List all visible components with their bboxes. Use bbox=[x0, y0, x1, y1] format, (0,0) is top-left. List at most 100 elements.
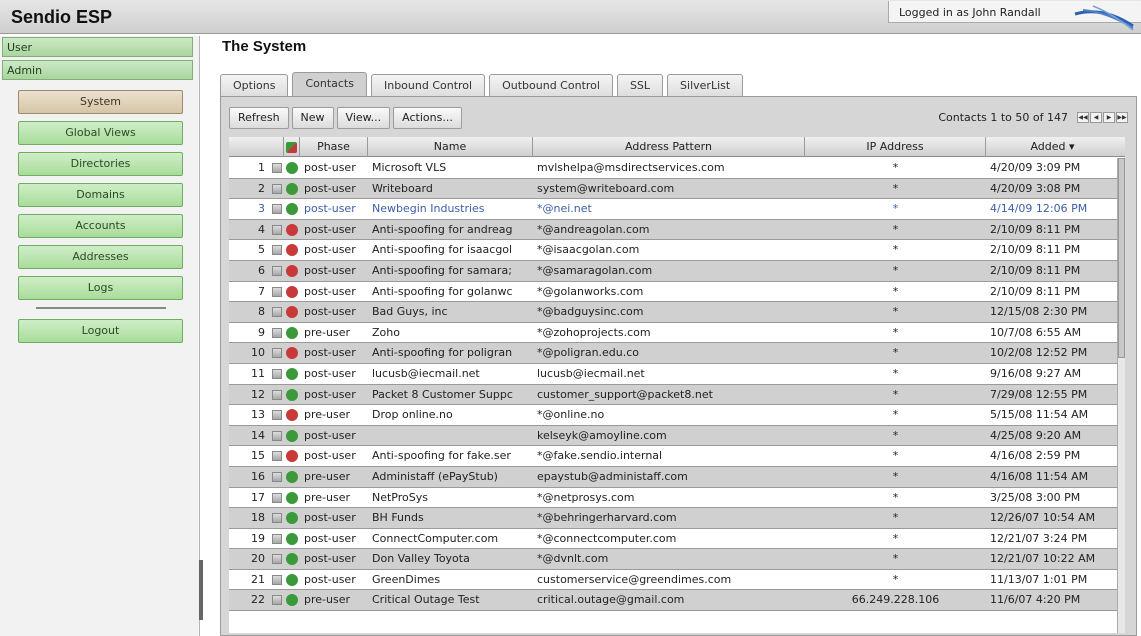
tab-contacts[interactable]: Contacts bbox=[292, 72, 367, 96]
status-green-dot-icon bbox=[286, 532, 298, 545]
table-row[interactable]: 12 post-user Packet 8 Customer Suppc custom… bbox=[229, 384, 1119, 406]
sidebar-item-system[interactable]: System bbox=[18, 90, 183, 114]
scrollbar-thumb[interactable] bbox=[1118, 158, 1125, 358]
table-row[interactable]: 9 pre-user Zoho *@zohoprojects.com * 10/7/08 … bbox=[229, 322, 1119, 344]
tab-options[interactable]: Options bbox=[220, 74, 289, 96]
status-cell bbox=[284, 323, 300, 343]
row-checkbox[interactable] bbox=[271, 163, 282, 173]
table-row[interactable]: 19 post-user ConnectComputer.com *@connectc… bbox=[229, 528, 1119, 550]
status-cell bbox=[284, 343, 300, 363]
row-checkbox[interactable] bbox=[271, 410, 282, 421]
status-cell bbox=[284, 220, 300, 240]
row-number: 9 bbox=[258, 325, 265, 339]
row-added: 4/20/09 3:08 PM bbox=[990, 181, 1081, 195]
sidebar-item-addresses[interactable]: Addresses bbox=[18, 245, 183, 269]
row-address-pattern: *@badguysinc.com bbox=[537, 305, 644, 319]
row-checkbox[interactable] bbox=[271, 471, 282, 482]
status-cell bbox=[284, 179, 300, 199]
table-row[interactable]: 7 post-user Anti-spoofing for golanwc *@gol… bbox=[229, 281, 1119, 303]
actions-button[interactable]: Actions... bbox=[393, 107, 462, 129]
table-row[interactable]: 22 pre-user Critical Outage Test critical.o… bbox=[229, 590, 1119, 612]
table-row[interactable]: 8 post-user Bad Guys, inc *@badguysinc.com *… bbox=[229, 302, 1119, 323]
row-checkbox[interactable] bbox=[271, 389, 282, 400]
sidebar-item-directories[interactable]: Directories bbox=[18, 152, 183, 176]
row-ip-address: * bbox=[892, 531, 899, 545]
prev-page-icon[interactable]: ◀ bbox=[1090, 112, 1102, 123]
row-checkbox[interactable] bbox=[271, 492, 282, 503]
table-row[interactable]: 2 post-user Writeboard system@writeboard.co… bbox=[229, 178, 1119, 200]
row-checkbox[interactable] bbox=[271, 595, 282, 606]
table-row[interactable]: 3 post-user Newbegin Industries *@nei.net * 4… bbox=[229, 199, 1119, 220]
status-cell bbox=[284, 261, 300, 281]
table-row[interactable]: 15 post-user Anti-spoofing for fake.ser *@f… bbox=[229, 446, 1119, 467]
column-header-ip-address[interactable]: IP Address bbox=[805, 137, 986, 157]
row-number: 21 bbox=[251, 572, 265, 586]
table-row[interactable]: 20 post-user Don Valley Toyota *@dvnlt.com *… bbox=[229, 549, 1119, 570]
tab-inbound-control[interactable]: Inbound Control bbox=[370, 74, 486, 96]
row-checkbox[interactable] bbox=[271, 554, 282, 565]
row-address-pattern: *@online.no bbox=[537, 408, 605, 422]
row-checkbox[interactable] bbox=[271, 183, 282, 194]
refresh-button[interactable]: Refresh bbox=[229, 107, 289, 129]
row-phase: post-user bbox=[304, 552, 356, 566]
row-checkbox[interactable] bbox=[271, 574, 282, 585]
sidebar-item-logs[interactable]: Logs bbox=[18, 276, 183, 300]
table-row[interactable]: 11 post-user lucusb@iecmail.net lucusb@iecm… bbox=[229, 363, 1119, 385]
column-header-status[interactable] bbox=[284, 137, 300, 157]
table-row[interactable]: 16 pre-user Administaff (ePayStub) epaystub… bbox=[229, 466, 1119, 488]
sidebar-section-user[interactable]: User bbox=[2, 37, 193, 57]
row-checkbox[interactable] bbox=[271, 224, 282, 235]
table-row[interactable]: 4 post-user Anti-spoofing for andreag *@and… bbox=[229, 219, 1119, 241]
row-phase: post-user bbox=[304, 202, 356, 216]
table-row[interactable]: 10 post-user Anti-spoofing for poligran *@p… bbox=[229, 343, 1119, 364]
column-header-number[interactable] bbox=[229, 137, 284, 157]
status-green-dot-icon bbox=[286, 553, 298, 566]
column-header-name[interactable]: Name bbox=[368, 137, 533, 157]
sidebar-item-domains[interactable]: Domains bbox=[18, 183, 183, 207]
tab-outbound-control[interactable]: Outbound Control bbox=[489, 74, 613, 96]
column-header-added[interactable]: Added ▾ bbox=[986, 137, 1119, 157]
table-row[interactable]: 1 post-user Microsoft VLS mvlshelpa@msdirec… bbox=[229, 158, 1119, 179]
last-page-icon[interactable]: ▶▶ bbox=[1116, 112, 1128, 123]
sidebar-resize-handle[interactable] bbox=[199, 560, 203, 620]
tab-ssl[interactable]: SSL bbox=[616, 74, 664, 96]
row-checkbox[interactable] bbox=[271, 307, 282, 318]
next-page-icon[interactable]: ▶ bbox=[1103, 112, 1115, 123]
column-header-phase[interactable]: Phase bbox=[300, 137, 368, 157]
table-row[interactable]: 5 post-user Anti-spoofing for isaacgol *@is… bbox=[229, 240, 1119, 261]
sidebar-item-accounts[interactable]: Accounts bbox=[18, 214, 183, 238]
row-checkbox[interactable] bbox=[271, 513, 282, 524]
row-checkbox[interactable] bbox=[271, 286, 282, 297]
logout-button[interactable]: Logout bbox=[18, 319, 183, 343]
row-ip-address: * bbox=[892, 346, 899, 360]
row-address-pattern: *@zohoprojects.com bbox=[537, 325, 651, 339]
row-checkbox[interactable] bbox=[271, 265, 282, 276]
table-row[interactable]: 6 post-user Anti-spoofing for samara; *@sam… bbox=[229, 260, 1119, 282]
table-row[interactable]: 14 post-user kelseyk@amoyline.com * 4/25/08 … bbox=[229, 425, 1119, 447]
sidebar-section-admin[interactable]: Admin bbox=[2, 60, 193, 80]
row-checkbox[interactable] bbox=[271, 451, 282, 462]
table-row[interactable]: 17 pre-user NetProSys *@netprosys.com * 3/25/… bbox=[229, 487, 1119, 509]
new-button[interactable]: New bbox=[291, 107, 334, 129]
row-number: 8 bbox=[258, 305, 265, 319]
view-button[interactable]: View... bbox=[336, 107, 391, 129]
row-added: 4/14/09 12:06 PM bbox=[990, 202, 1088, 216]
row-checkbox[interactable] bbox=[271, 327, 282, 338]
row-checkbox[interactable] bbox=[271, 245, 282, 256]
row-checkbox[interactable] bbox=[271, 204, 282, 215]
table-row[interactable]: 18 post-user BH Funds *@behringerharvard.co… bbox=[229, 508, 1119, 529]
sidebar-item-global-views[interactable]: Global Views bbox=[18, 121, 183, 145]
row-ip-address: * bbox=[892, 284, 899, 298]
row-added: 12/26/07 10:54 AM bbox=[990, 511, 1096, 525]
table-row[interactable]: 21 post-user GreenDimes customerservice@gre… bbox=[229, 569, 1119, 591]
row-number: 18 bbox=[251, 511, 265, 525]
tab-silverlist[interactable]: SilverList bbox=[667, 74, 744, 96]
column-header-address-pattern[interactable]: Address Pattern bbox=[533, 137, 805, 157]
row-checkbox[interactable] bbox=[271, 348, 282, 359]
first-page-icon[interactable]: ◀◀ bbox=[1077, 112, 1089, 123]
row-checkbox[interactable] bbox=[271, 368, 282, 379]
table-row[interactable]: 13 pre-user Drop online.no *@online.no * 5/15… bbox=[229, 405, 1119, 426]
row-checkbox[interactable] bbox=[271, 430, 282, 441]
row-checkbox[interactable] bbox=[271, 533, 282, 544]
vertical-scrollbar[interactable] bbox=[1117, 158, 1125, 633]
